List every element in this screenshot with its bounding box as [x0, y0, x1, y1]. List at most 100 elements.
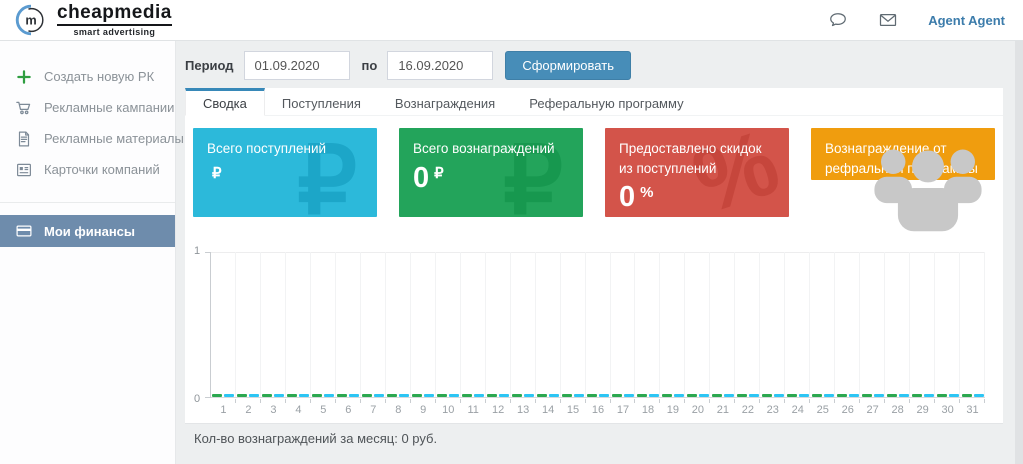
chart-day-column: 12	[486, 252, 511, 398]
finance-credit-card-icon	[15, 222, 33, 240]
chart-zero-bars	[937, 394, 959, 397]
chart-zero-bars	[237, 394, 259, 397]
chart-day-column: 10	[436, 252, 461, 398]
top-header: m cheapmedia smart advertising Agent Age…	[0, 0, 1023, 41]
chart-day-column: 8	[386, 252, 411, 398]
sidebar-item-3[interactable]: Карточки компаний	[0, 154, 175, 185]
chart-zero-bars	[762, 394, 784, 397]
tab-2[interactable]: Вознаграждения	[378, 88, 512, 115]
chart-day-column: 1	[211, 252, 236, 398]
x-axis-day-label: 9	[411, 404, 436, 416]
x-axis-day-label: 13	[511, 404, 536, 416]
plus-icon	[15, 68, 33, 86]
stat-cards-row: Всего поступлений ₽ ₽ Всего вознагражден…	[193, 128, 995, 217]
x-axis-day-label: 8	[386, 404, 411, 416]
x-axis-day-label: 17	[611, 404, 636, 416]
stat-card-value: ₽	[207, 164, 363, 193]
chart-day-column: 30	[935, 252, 960, 398]
materials-document-icon	[15, 130, 33, 148]
sidebar-item-0[interactable]: Создать новую РК	[0, 61, 175, 92]
x-axis-day-label: 27	[860, 404, 885, 416]
chart-zero-bars	[562, 394, 584, 397]
x-axis-day-label: 24	[785, 404, 810, 416]
chart-day-column: 24	[785, 252, 810, 398]
chart-zero-bars	[312, 394, 334, 397]
stat-card-title: Всего поступлений	[207, 139, 363, 159]
tab-0[interactable]: Сводка	[185, 88, 265, 116]
generate-report-button[interactable]: Сформировать	[505, 51, 631, 80]
sidebar-divider	[0, 202, 175, 203]
x-axis-day-label: 19	[660, 404, 685, 416]
sidebar-item-4[interactable]: Мои финансы	[0, 215, 175, 247]
chart-zero-bars	[862, 394, 884, 397]
chart-day-column: 6	[336, 252, 361, 398]
stat-card-2: Предоставлено скидок из поступлений 0% %	[605, 128, 789, 217]
chart-zero-bars	[662, 394, 684, 397]
tab-1[interactable]: Поступления	[265, 88, 378, 115]
chart-zero-bars	[787, 394, 809, 397]
x-axis-day-label: 21	[710, 404, 735, 416]
x-axis-day-label: 15	[561, 404, 586, 416]
summary-panel: СводкаПоступленияВознагражденияРеферальн…	[185, 88, 1003, 424]
x-axis-day-label: 22	[735, 404, 760, 416]
chart-day-column: 29	[910, 252, 935, 398]
y-axis-tick-min: 0	[194, 393, 200, 405]
stat-card-title: Всего вознаграждений	[413, 139, 569, 159]
page-scrollbar[interactable]	[1015, 41, 1023, 464]
chart-zero-bars	[512, 394, 534, 397]
chart-zero-bars	[462, 394, 484, 397]
chart-day-column: 5	[311, 252, 336, 398]
x-axis-day-label: 2	[236, 404, 261, 416]
x-axis-day-label: 12	[486, 404, 511, 416]
chart-day-column: 22	[735, 252, 760, 398]
sidebar-menu: Создать новую РК Рекламные кампании Рекл…	[0, 41, 175, 247]
campaigns-cart-icon	[15, 99, 33, 117]
period-controls: Период по Сформировать	[185, 51, 631, 80]
chart-zero-bars	[362, 394, 384, 397]
people-group-icon	[869, 142, 987, 236]
chart-day-column: 14	[536, 252, 561, 398]
chart-zero-bars	[837, 394, 859, 397]
sidebar-item-label: Карточки компаний	[44, 162, 160, 177]
chart-zero-bars	[387, 394, 409, 397]
x-axis-day-label: 26	[835, 404, 860, 416]
monthly-rewards-summary: Кол-во вознаграждений за месяц: 0 руб.	[194, 431, 437, 446]
chart-zero-bars	[687, 394, 709, 397]
chart-day-column: 21	[710, 252, 735, 398]
x-axis-day-label: 31	[960, 404, 985, 416]
chart-zero-bars	[487, 394, 509, 397]
x-axis-day-label: 10	[436, 404, 461, 416]
chart-day-column: 31	[960, 252, 985, 398]
chart-slots: 1 2 3 4 5 6 7 8 9 10 11	[211, 252, 985, 398]
chart-day-column: 18	[635, 252, 660, 398]
chart-day-column: 11	[461, 252, 486, 398]
stat-card-1: Всего вознаграждений 0₽ ₽	[399, 128, 583, 217]
stat-card-0: Всего поступлений ₽ ₽	[193, 128, 377, 217]
stat-card-value: 0₽	[413, 164, 569, 193]
chart-day-column: 25	[810, 252, 835, 398]
chart-day-column: 17	[611, 252, 636, 398]
envelope-icon[interactable]	[878, 10, 898, 30]
x-axis-day-label: 16	[586, 404, 611, 416]
chart-zero-bars	[587, 394, 609, 397]
chart-day-column: 16	[586, 252, 611, 398]
chart-day-column: 4	[286, 252, 311, 398]
date-from-input[interactable]	[244, 51, 350, 80]
sidebar-item-1[interactable]: Рекламные кампании	[0, 92, 175, 123]
chart-zero-bars	[612, 394, 634, 397]
logo-mark-icon: m	[14, 3, 48, 37]
sidebar-item-label: Мои финансы	[44, 224, 135, 239]
chart-day-column: 19	[660, 252, 685, 398]
date-to-input[interactable]	[387, 51, 493, 80]
sidebar-item-2[interactable]: Рекламные материалы	[0, 123, 175, 154]
svg-text:m: m	[25, 13, 36, 28]
tab-3[interactable]: Реферальную программу	[512, 88, 700, 115]
x-axis-day-label: 7	[361, 404, 386, 416]
user-menu[interactable]: Agent Agent	[928, 13, 1005, 28]
x-axis-day-label: 25	[810, 404, 835, 416]
chat-icon[interactable]	[828, 10, 848, 30]
sidebar-item-label: Рекламные кампании	[44, 100, 174, 115]
period-to-label: по	[362, 58, 378, 73]
tab-bar: СводкаПоступленияВознагражденияРеферальн…	[185, 88, 1003, 116]
sidebar: Создать новую РК Рекламные кампании Рекл…	[0, 41, 176, 464]
